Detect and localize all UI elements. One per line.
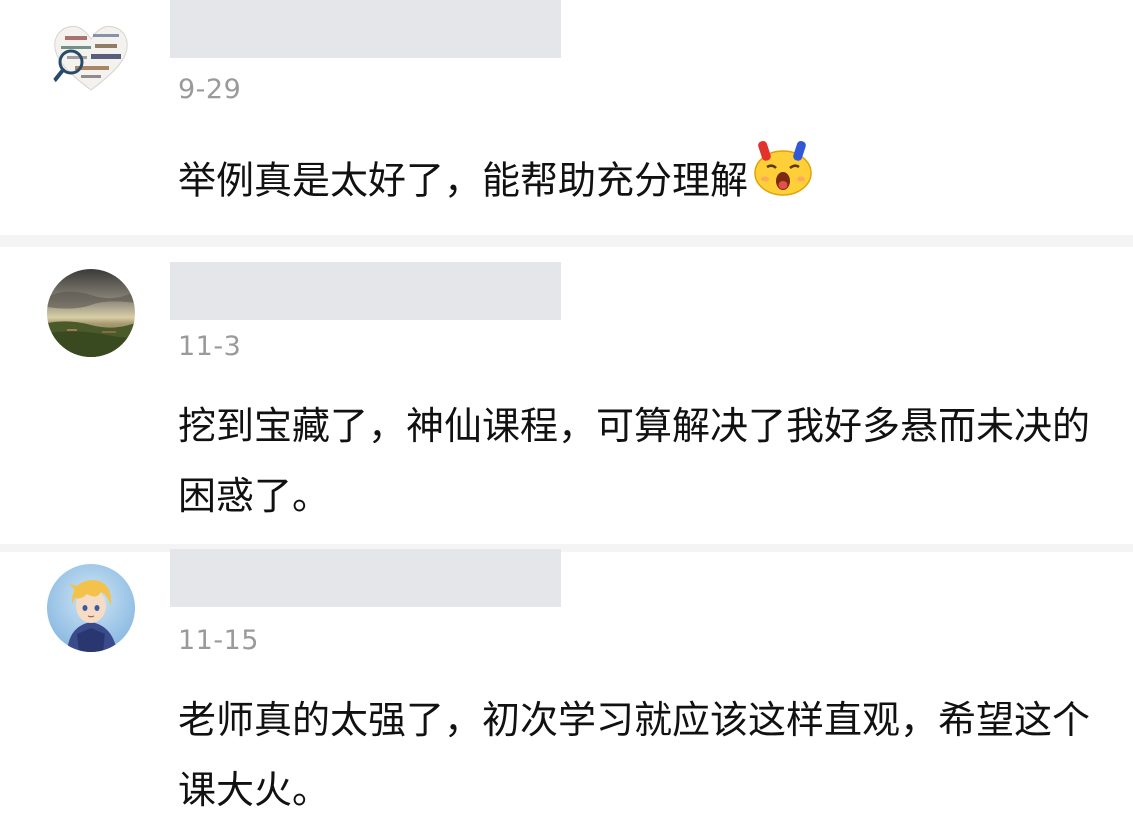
comment-text: 举例真是太好了，能帮助充分理解 — [178, 140, 1108, 223]
comment-text: 挖到宝藏了，神仙课程，可算解决了我好多悬而未决的困惑了。 — [178, 404, 1091, 518]
comment-text-content: 举例真是太好了，能帮助充分理解 — [178, 158, 749, 203]
amazed-face-emoji-icon — [750, 139, 816, 219]
username-redacted[interactable] — [170, 262, 561, 320]
comment-date: 9-29 — [178, 74, 242, 105]
landscape-sky-icon — [47, 269, 135, 357]
word-cloud-heart-icon — [47, 12, 135, 100]
username-redacted[interactable] — [170, 549, 561, 607]
comment-date: 11-15 — [178, 625, 259, 656]
comment-text: 老师真的太强了，初次学习就应该这样直观，希望这个课大火。 — [178, 698, 1091, 812]
anime-character-icon — [47, 564, 135, 652]
avatar[interactable] — [47, 12, 135, 100]
comment-divider — [0, 235, 1133, 247]
avatar[interactable] — [47, 269, 135, 357]
comment-item: 11-3 挖到宝藏了，神仙课程，可算解决了我好多悬而未决的困惑了。 — [0, 247, 1133, 544]
comment-date: 11-3 — [178, 331, 242, 362]
username-redacted[interactable] — [170, 0, 561, 58]
comment-item: 11-15 老师真的太强了，初次学习就应该这样直观，希望这个课大火。 — [0, 549, 1133, 839]
avatar[interactable] — [47, 564, 135, 652]
comment-item: 9-29 举例真是太好了，能帮助充分理解 — [0, 0, 1133, 235]
